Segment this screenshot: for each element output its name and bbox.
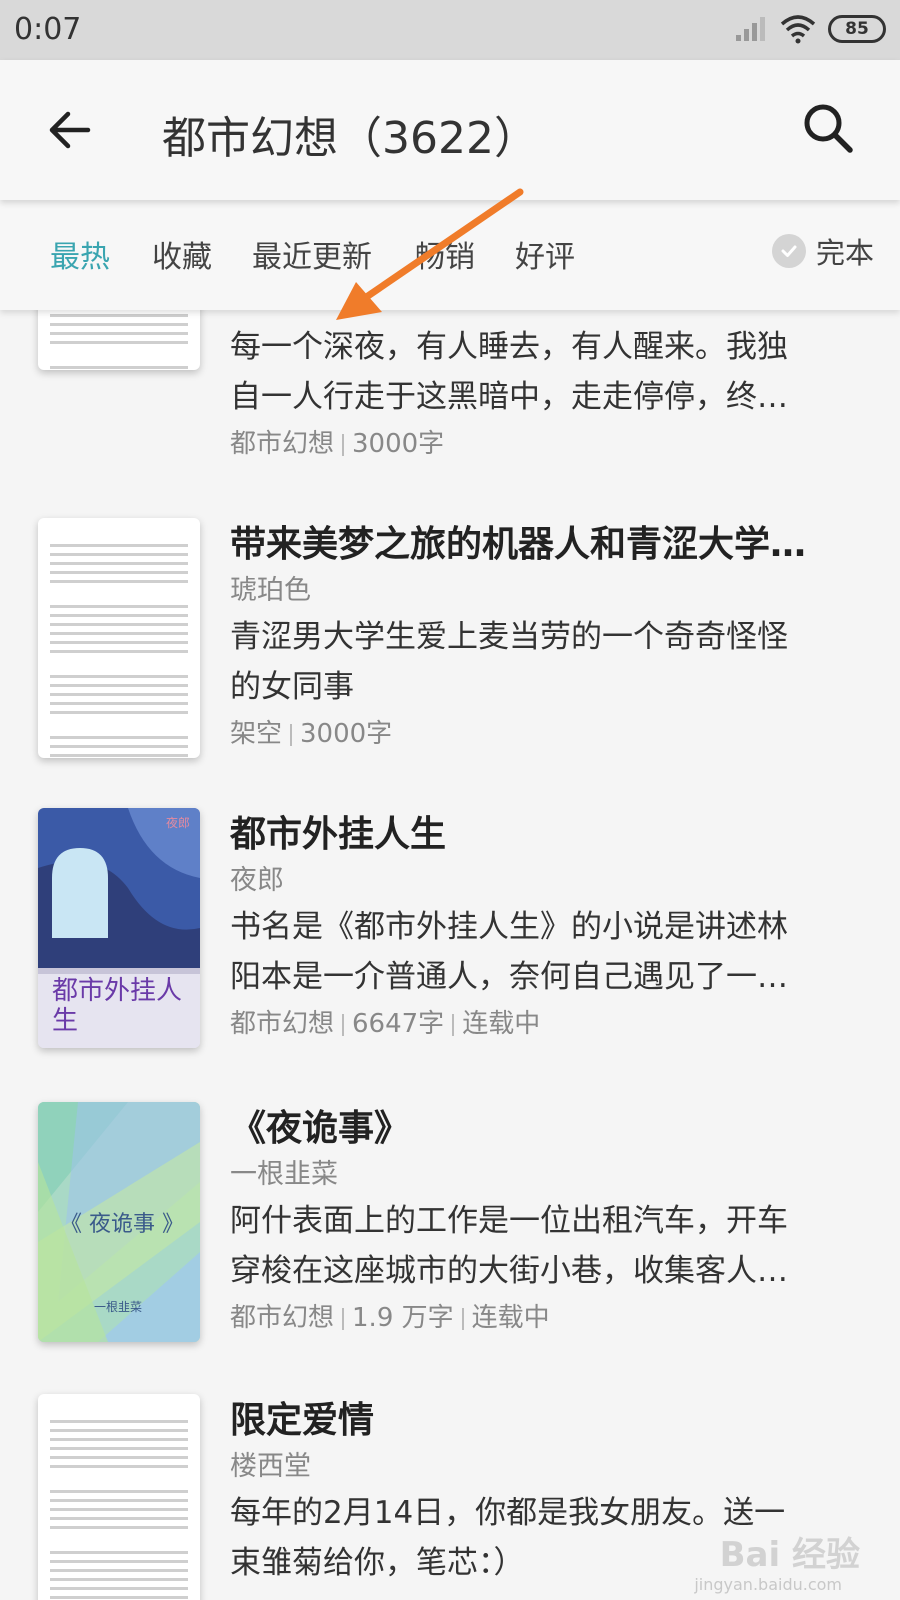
book-cover [38,1394,200,1600]
cover-title: 都市外挂人生 [52,976,183,1036]
book-word-count: 6647字 [352,1009,445,1039]
book-info: 每一个深夜，有人睡去，有人醒来。我独 自一人行走于这黑暗中，走走停停，终… 都市… [230,322,870,466]
book-category: 都市幻想 [230,429,335,459]
book-info: 都市外挂人生 夜郎 书名是《都市外挂人生》的小说是讲述林 阳本是一介普通人，奈何… [230,810,870,1046]
book-cover: 《 夜诡事 》 一根韭菜 [38,1102,200,1342]
page-title: 都市幻想（3622） [162,113,538,164]
book-info: 《夜诡事》 一根韭菜 阿什表面上的工作是一位出租汽车，开车 穿梭在这座城市的大街… [230,1104,870,1340]
tab-top-rated[interactable]: 好评 [515,232,575,276]
cellular-signal-icon [736,17,765,41]
book-cover [38,518,200,758]
book-status: 连载中 [462,1009,541,1039]
battery-indicator: 85 [828,15,886,43]
book-info: 带来美梦之旅的机器人和青涩大学… 琥珀色 青涩男大学生爱上麦当劳的一个奇奇怪怪 … [230,520,870,756]
status-time: 0:07 [14,12,82,47]
sort-tabs: 最热 收藏 最近更新 畅销 好评 完本 [0,200,900,310]
tab-favorites[interactable]: 收藏 [152,232,212,276]
book-word-count: 3000字 [300,719,393,749]
book-meta: 架空 3000字 [230,712,870,756]
book-item[interactable]: 《 夜诡事 》 一根韭菜 《夜诡事》 一根韭菜 阿什表面上的工作是一位出租汽车，… [0,1102,900,1362]
book-word-count: 3000字 [352,429,445,459]
book-category: 都市幻想 [230,1303,335,1333]
tab-recently-updated[interactable]: 最近更新 [252,232,372,276]
book-description: 阿什表面上的工作是一位出租汽车，开车 穿梭在这座城市的大街小巷，收集客人… [230,1203,788,1289]
check-icon [771,234,806,268]
status-bar: 0:07 85 [0,0,900,60]
book-author: 楼西堂 [230,1451,311,1482]
book-title: 《夜诡事》 [230,1108,411,1149]
book-description: 书名是《都市外挂人生》的小说是讲述林 阳本是一介普通人，奈何自己遇见了一… [230,909,788,995]
book-item[interactable]: 每一个深夜，有人睡去，有人醒来。我独 自一人行走于这黑暗中，走走停停，终… 都市… [0,310,900,460]
book-author: 一根韭菜 [230,1159,338,1190]
book-item[interactable]: 都市外挂人生 夜郎 都市外挂人生 夜郎 书名是《都市外挂人生》的小说是讲述林 阳… [0,808,900,1068]
tab-hottest[interactable]: 最热 [50,232,110,276]
book-meta: 都市幻想 3000字 [230,422,870,466]
book-word-count: 1.9 万字 [352,1303,454,1333]
book-description: 青涩男大学生爱上麦当劳的一个奇奇怪怪 的女同事 [230,619,788,705]
book-status: 连载中 [471,1303,550,1333]
app-header: 都市幻想（3622） [0,60,900,200]
book-meta: 都市幻想 6647字 连载中 [230,1002,870,1046]
book-title: 都市外挂人生 [230,814,447,855]
search-icon[interactable] [798,98,858,158]
book-category: 都市幻想 [230,1009,335,1039]
book-category: 架空 [230,719,283,749]
book-cover [38,310,200,370]
book-author: 琥珀色 [230,575,311,606]
back-arrow-icon[interactable] [40,100,100,160]
tab-bestselling[interactable]: 畅销 [415,232,475,276]
book-meta: 都市幻想 1.9 万字 连载中 [230,1296,870,1340]
book-list: 每一个深夜，有人睡去，有人醒来。我独 自一人行走于这黑暗中，走走停停，终… 都市… [0,310,900,1600]
watermark-url: jingyan.baidu.com [694,1575,842,1594]
status-icons: 85 [734,14,886,44]
wifi-icon [780,15,816,44]
book-author: 夜郎 [230,865,284,896]
book-item[interactable]: 带来美梦之旅的机器人和青涩大学… 琥珀色 青涩男大学生爱上麦当劳的一个奇奇怪怪 … [0,518,900,778]
cover-title: 《 夜诡事 》 [60,1212,184,1237]
finished-filter-label: 完本 [815,236,874,270]
cover-author: 一根韭菜 [94,1300,143,1314]
battery-level: 85 [845,19,869,39]
finished-filter-toggle[interactable]: 完本 [771,230,874,272]
watermark-logo: Bai 经验 [719,1535,860,1575]
book-title: 带来美梦之旅的机器人和青涩大学… [230,524,807,565]
book-title: 限定爱情 [230,1400,375,1441]
cover-author: 夜郎 [165,816,190,830]
book-cover: 都市外挂人生 夜郎 [38,808,200,1048]
book-description: 每一个深夜，有人睡去，有人醒来。我独 自一人行走于这黑暗中，走走停停，终… [230,329,788,415]
